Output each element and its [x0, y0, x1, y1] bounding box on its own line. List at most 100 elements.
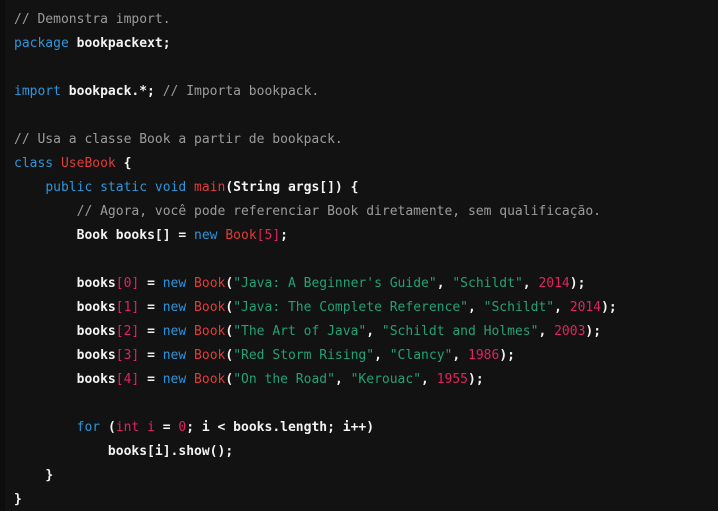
- code-token-prim: int: [115, 420, 140, 435]
- code-token-plain: =: [154, 420, 179, 435]
- code-token-comment: // Usa a classe Book a partir de bookpac…: [14, 132, 343, 147]
- code-token-punct: );: [569, 276, 586, 291]
- code-token-plain: books: [76, 300, 116, 315]
- code-token-punct: ;: [186, 420, 202, 435]
- code-token-plain: =: [139, 348, 163, 363]
- code-token-plain: =: [139, 300, 163, 315]
- code-token-type: Book: [225, 228, 257, 243]
- code-token-string: "Java: The Complete Reference": [233, 300, 468, 315]
- code-token-number: 2014: [569, 300, 602, 315]
- code-token-punct: ,: [436, 276, 453, 291]
- code-token-punct: {: [115, 156, 132, 171]
- code-token-punct: ;: [280, 228, 288, 243]
- code-token-punct: ,: [334, 372, 351, 387]
- code-token-type: Book: [194, 324, 226, 339]
- code-token-plain: =: [139, 372, 163, 387]
- code-token-type: UseBook: [60, 156, 116, 171]
- code-token-keyword: new: [162, 348, 187, 363]
- code-token-punct: ,: [468, 300, 484, 315]
- code-token-punct: ,: [366, 324, 382, 339]
- code-token-punct: ,: [522, 276, 539, 291]
- code-token-type: Book: [194, 372, 226, 387]
- code-token-string: "Kerouac": [350, 372, 422, 387]
- code-token-plain: books[i].show();: [107, 444, 234, 459]
- code-token-punct: ,: [421, 372, 437, 387]
- code-token-string: "Clancy": [389, 348, 453, 363]
- code-token-plain: bookpackext;: [68, 36, 171, 51]
- code-token-string: "Java: A Beginner's Guide": [233, 276, 437, 291]
- code-token-var: i: [147, 420, 155, 435]
- code-token-plain: i < books.length; i++: [201, 420, 367, 435]
- code-token-punct: );: [499, 348, 515, 363]
- code-token-plain: books: [76, 324, 116, 339]
- code-token-bracket: ]: [272, 228, 281, 243]
- code-line: package bookpackext;: [14, 32, 718, 56]
- code-line: books[4] = new Book("On the Road", "Kero…: [14, 368, 718, 392]
- code-token-number: 2014: [538, 276, 570, 291]
- code-token-keyword: class: [14, 156, 54, 171]
- code-token-keyword: new: [162, 300, 187, 315]
- code-token-comment: // Agora, você pode referenciar Book dir…: [76, 204, 602, 219]
- code-token-string: "Red Storm Rising": [233, 348, 375, 363]
- code-token-type: main: [194, 180, 226, 195]
- code-line: // Demonstra import.: [14, 8, 718, 32]
- code-token-plain: =: [139, 276, 163, 291]
- code-viewer: // Demonstra import. package bookpackext;…: [0, 0, 718, 511]
- code-line: import bookpack.*; // Importa bookpack.: [14, 80, 718, 104]
- code-line: books[1] = new Book("Java: The Complete …: [14, 296, 718, 320]
- code-token-punct: (: [225, 300, 234, 315]
- code-token-string: "Schildt and Holmes": [381, 324, 539, 339]
- code-token-punct: ): [366, 420, 375, 435]
- code-token-keyword: new: [162, 324, 187, 339]
- code-token-punct: ,: [538, 324, 555, 339]
- code-token-keyword: new: [162, 372, 187, 387]
- code-token-plain: books: [76, 372, 116, 387]
- code-token-punct: (: [225, 372, 234, 387]
- code-token-bracket: [: [115, 348, 124, 363]
- code-token-plain: bookpack.*;: [60, 84, 163, 99]
- code-token-keyword: package: [14, 36, 69, 51]
- code-token-punct: );: [585, 324, 602, 339]
- code-line: Book books[] = new Book[5];: [14, 224, 718, 248]
- code-token-plain: books: [76, 348, 116, 363]
- code-token-punct: ) {: [334, 180, 359, 195]
- code-token-number: 2003: [554, 324, 586, 339]
- code-token-number: 1986: [468, 348, 500, 363]
- code-token-punct: );: [601, 300, 617, 315]
- code-token-plain: Book books[] =: [76, 228, 195, 243]
- code-token-type: Book: [194, 276, 226, 291]
- code-line: // Agora, você pode referenciar Book dir…: [14, 200, 718, 224]
- code-token-punct: (: [225, 324, 234, 339]
- code-line: // Usa a classe Book a partir de bookpac…: [14, 128, 718, 152]
- code-editor-surface[interactable]: // Demonstra import. package bookpackext;…: [5, 0, 718, 511]
- code-token-type: Book: [194, 348, 226, 363]
- code-token-comment: // Demonstra import.: [14, 12, 171, 27]
- code-line: books[3] = new Book("Red Storm Rising", …: [14, 344, 718, 368]
- code-token-keyword: public static void: [45, 180, 187, 195]
- code-token-plain: String args[]: [233, 180, 335, 195]
- code-token-string: "Schildt": [483, 300, 555, 315]
- code-token-punct: (: [225, 276, 234, 291]
- code-token-punct: ,: [452, 348, 469, 363]
- code-token-bracket: [: [115, 372, 124, 387]
- code-token-string: "The Art of Java": [233, 324, 367, 339]
- code-token-keyword: import: [14, 84, 61, 99]
